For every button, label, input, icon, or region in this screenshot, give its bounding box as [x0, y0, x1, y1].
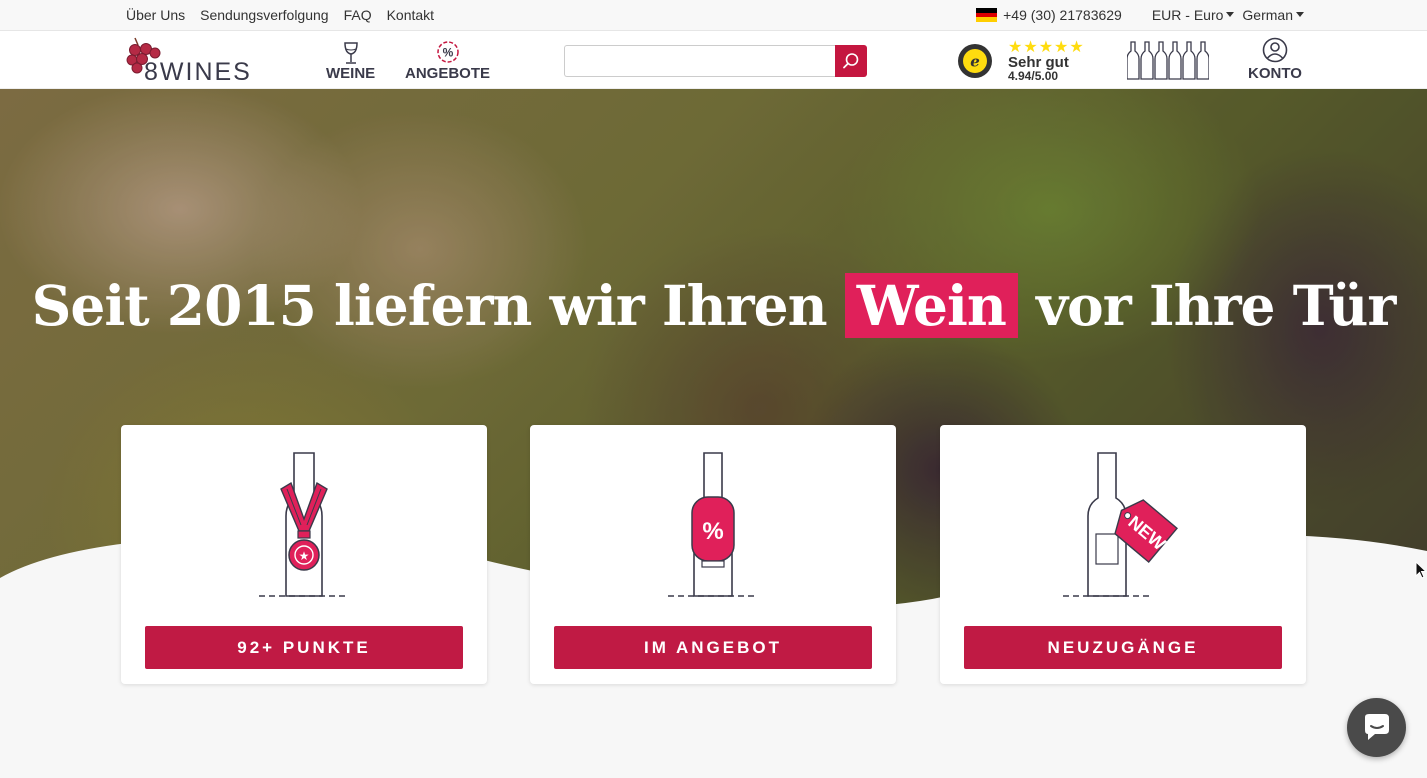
search-input[interactable] — [564, 45, 836, 77]
headline-part-2: vor Ihre Tür — [1036, 273, 1396, 338]
currency-dropdown[interactable]: EUR - Euro — [1152, 7, 1235, 23]
svg-text:%: % — [442, 46, 453, 60]
trusted-shops-seal-icon: e — [958, 44, 992, 78]
account-label: KONTO — [1248, 65, 1302, 82]
card-art: ★ — [121, 449, 487, 599]
rating-score: 4.94/5.00 — [1008, 69, 1059, 83]
sale-bottle-icon: % — [668, 452, 758, 597]
cart-bottles[interactable] — [1126, 41, 1210, 86]
logo-wordmark: 8WINES — [144, 58, 252, 86]
top-utility-bar: Über Uns Sendungsverfolgung FAQ Kontakt … — [0, 0, 1427, 31]
main-header: 8WINES WEINE % ANGEBOTE e ★★★★★ Sehr gut… — [0, 31, 1427, 89]
link-kontakt[interactable]: Kontakt — [387, 7, 434, 23]
new-tag-bottle-icon: NEW — [1063, 452, 1178, 597]
card-art: % — [530, 449, 896, 599]
svg-text:★: ★ — [299, 549, 310, 563]
search-button[interactable] — [835, 45, 867, 77]
currency-label: EUR - Euro — [1151, 7, 1224, 23]
language-label: German — [1242, 7, 1293, 23]
svg-text:e: e — [970, 53, 980, 71]
language-dropdown[interactable]: German — [1242, 7, 1304, 23]
trusted-shops-badge[interactable]: e ★★★★★ Sehr gut 4.94/5.00 — [957, 37, 1097, 83]
button-neuzugaenge[interactable]: NEUZUGÄNGE — [964, 626, 1282, 669]
chat-bubble-icon — [1364, 713, 1389, 740]
mouse-cursor-icon — [1415, 561, 1427, 579]
card-im-angebot[interactable]: % IM ANGEBOT — [530, 425, 896, 684]
wine-glass-icon — [343, 42, 358, 64]
search-icon — [843, 53, 859, 69]
search-bar — [564, 45, 867, 77]
hero-headline: Seit 2015 liefern wir Ihren Wein vor Ihr… — [0, 273, 1427, 338]
headline-part-1: Seit 2015 liefern wir Ihren — [31, 273, 828, 338]
card-art: NEW — [940, 449, 1306, 599]
card-92-punkte[interactable]: ★ 92+ PUNKTE — [121, 425, 487, 684]
button-92-punkte[interactable]: 92+ PUNKTE — [145, 626, 463, 669]
button-im-angebot[interactable]: IM ANGEBOT — [554, 626, 872, 669]
caret-down-icon — [1296, 11, 1304, 17]
link-sendungsverfolgung[interactable]: Sendungsverfolgung — [200, 7, 328, 23]
percent-badge-icon: % — [436, 41, 459, 63]
link-faq[interactable]: FAQ — [344, 7, 372, 23]
account-button[interactable]: KONTO — [1248, 37, 1302, 82]
utility-links: Über Uns Sendungsverfolgung FAQ Kontakt — [126, 7, 434, 23]
site-logo[interactable]: 8WINES — [126, 36, 256, 86]
medal-bottle-icon: ★ — [259, 452, 349, 597]
chat-widget-button[interactable] — [1347, 698, 1406, 757]
card-neuzugaenge[interactable]: NEW NEUZUGÄNGE — [940, 425, 1306, 684]
nav-weine-label: WEINE — [326, 65, 376, 82]
caret-down-icon — [1226, 11, 1235, 17]
link-ueber-uns[interactable]: Über Uns — [126, 7, 185, 23]
svg-text:%: % — [702, 518, 723, 545]
utility-right: +49 (30) 21783629 EUR - Euro German — [976, 7, 1304, 23]
german-flag-icon — [976, 8, 998, 22]
user-icon — [1262, 37, 1288, 63]
nav-angebote[interactable]: % ANGEBOTE — [405, 39, 490, 82]
cart-bottles-icon — [1126, 41, 1210, 80]
nav-weine[interactable]: WEINE — [326, 39, 375, 82]
hero-section: Seit 2015 liefern wir Ihren Wein vor Ihr… — [0, 89, 1427, 778]
nav-angebote-label: ANGEBOTE — [405, 65, 491, 82]
headline-highlight: Wein — [844, 273, 1018, 338]
phone-number[interactable]: +49 (30) 21783629 — [1003, 7, 1122, 23]
